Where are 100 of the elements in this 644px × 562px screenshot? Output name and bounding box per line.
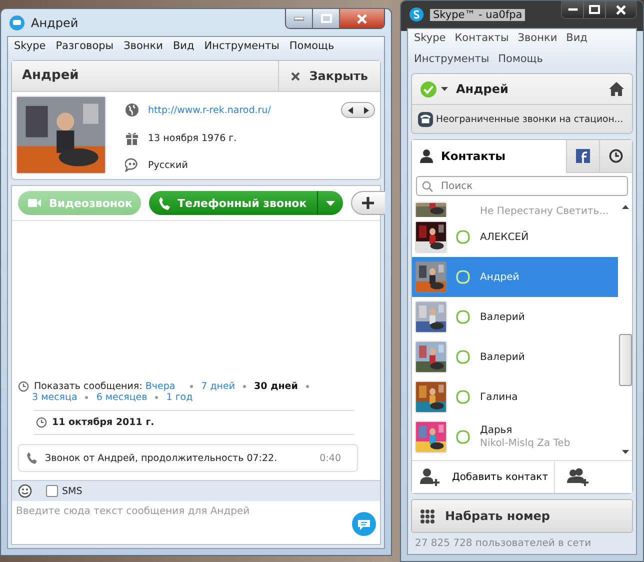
minimize-icon (568, 8, 578, 12)
menu-item[interactable]: Разговоры (56, 40, 114, 52)
home-icon[interactable] (609, 82, 624, 96)
contact-row[interactable]: Валерий (412, 297, 618, 337)
menu-item[interactable]: Skype (14, 40, 46, 52)
event-time: 0:40 (320, 452, 341, 464)
add-group-icon (567, 468, 590, 486)
scroll-up-icon[interactable] (622, 205, 628, 209)
checkbox[interactable] (46, 485, 58, 497)
website-link[interactable]: http://www.r-rek.narod.ru/ (148, 104, 271, 116)
menu-item[interactable]: Skype (414, 32, 446, 44)
clock-icon (18, 381, 29, 392)
chat-bubble-icon (9, 14, 25, 30)
scroll-thumb[interactable] (618, 334, 632, 386)
sms-checkbox[interactable]: SMS (46, 485, 82, 497)
speech-bubble-icon (125, 158, 139, 172)
birthday-text: 13 ноября 1976 г. (148, 132, 237, 144)
caret-icon[interactable] (441, 87, 448, 91)
dial-button[interactable]: Набрать номер (411, 499, 633, 533)
contact-name: Галина (480, 392, 518, 402)
send-icon[interactable] (352, 512, 376, 536)
history-period-link[interactable]: 30 дней (254, 381, 298, 392)
close-icon (616, 4, 626, 14)
history-period-link[interactable]: 6 месяцев (96, 392, 148, 403)
close-icon (291, 72, 300, 80)
menu-item[interactable]: Контакты (454, 32, 509, 44)
add-contact-button[interactable]: Добавить контакт (412, 461, 556, 493)
contact-name: Андрей (480, 272, 520, 282)
separator-dot-icon (85, 396, 88, 399)
minimize-icon (294, 16, 304, 20)
right-arrow-icon (364, 106, 368, 114)
status-icon (456, 350, 470, 364)
smiley-icon (18, 484, 32, 498)
menu-item[interactable]: Инструменты (204, 40, 280, 52)
close-button[interactable] (606, 1, 636, 18)
separator-dot-icon (190, 385, 194, 388)
menu-item[interactable]: Звонки (518, 32, 558, 44)
facebook-tab[interactable] (566, 140, 599, 173)
history-period-link[interactable]: Вчера (145, 381, 176, 392)
menu-item[interactable]: Помощь (498, 53, 543, 65)
window-title: Skype™ - ua0fpa (430, 8, 526, 20)
plus-icon (362, 197, 374, 209)
phone-call-button[interactable]: Телефонный звонок (148, 191, 343, 215)
menu-item[interactable]: Вид (566, 32, 588, 44)
history-period-link[interactable]: 3 месяца (32, 392, 78, 403)
status-text: 27 825 728 пользователей в сети (414, 538, 592, 551)
contact-row[interactable]: Галина (412, 377, 618, 417)
history-period-link[interactable]: 7 дней (201, 381, 236, 392)
caret-icon (326, 200, 335, 206)
separator-dot-icon (155, 396, 158, 399)
gift-icon (125, 131, 139, 145)
user-name[interactable]: Андрей (456, 82, 508, 96)
globe-icon (125, 103, 139, 117)
menu-item[interactable]: Звонки (124, 40, 163, 52)
separator-dot-icon (243, 385, 246, 388)
event-text: Звонок от Андрей, продолжительность 07:22. (45, 452, 278, 464)
contact-name: Валерий (480, 312, 525, 322)
add-button[interactable] (350, 191, 385, 215)
history-period-link[interactable]: 1 год (166, 392, 193, 403)
phone-icon (27, 452, 37, 464)
dialpad-icon (420, 508, 435, 524)
status-icon (456, 390, 470, 404)
status-icon (456, 310, 470, 324)
contact-name: Андрей (21, 67, 80, 85)
status-icon (456, 270, 470, 284)
menu-item[interactable]: Инструменты (414, 53, 490, 65)
clock-icon (36, 417, 47, 428)
contact-row[interactable]: Дарья Nikol-Mislq Za Teb (412, 417, 618, 457)
contact-row[interactable]: Валерий (412, 337, 618, 377)
close-icon (357, 14, 367, 24)
menu-item[interactable]: Вид (172, 40, 194, 52)
search-field[interactable]: Поиск (416, 176, 628, 196)
promo-text: Неограниченные звонки на стацион... (436, 114, 624, 124)
phone-icon (158, 196, 170, 210)
maximize-button[interactable] (584, 1, 606, 18)
maximize-icon (589, 5, 600, 14)
window-title: Андрей (31, 16, 78, 30)
recent-tab[interactable] (599, 140, 632, 173)
pager-control[interactable] (341, 102, 375, 118)
contact-row[interactable]: АЛЕКСЕЙ (412, 217, 618, 257)
close-profile-button[interactable]: Закрыть (278, 61, 380, 91)
facebook-icon (576, 149, 590, 163)
person-icon (420, 149, 433, 163)
clock-icon (609, 149, 623, 163)
contact-name: Валерий (480, 352, 525, 362)
promo-banner[interactable]: Неограниченные звонки на стацион... (412, 105, 632, 133)
maximize-icon (320, 14, 332, 23)
status-icon (456, 430, 470, 444)
menu-item[interactable]: Помощь (289, 40, 334, 52)
contact-name: АЛЕКСЕЙ (480, 232, 529, 242)
left-arrow-icon (348, 106, 352, 114)
separator-dot-icon (306, 385, 309, 388)
logo-icon (409, 7, 424, 22)
scroll-down-icon[interactable] (622, 450, 628, 454)
date-header: 11 октября 2011 г. (52, 417, 154, 428)
contact-row[interactable]: Андрей (412, 257, 618, 297)
video-camera-icon (28, 198, 41, 208)
mood-text: Nikol-Mislq Za Teb (480, 438, 570, 449)
language-text: Русский (148, 160, 188, 170)
minimize-button[interactable] (562, 1, 584, 18)
